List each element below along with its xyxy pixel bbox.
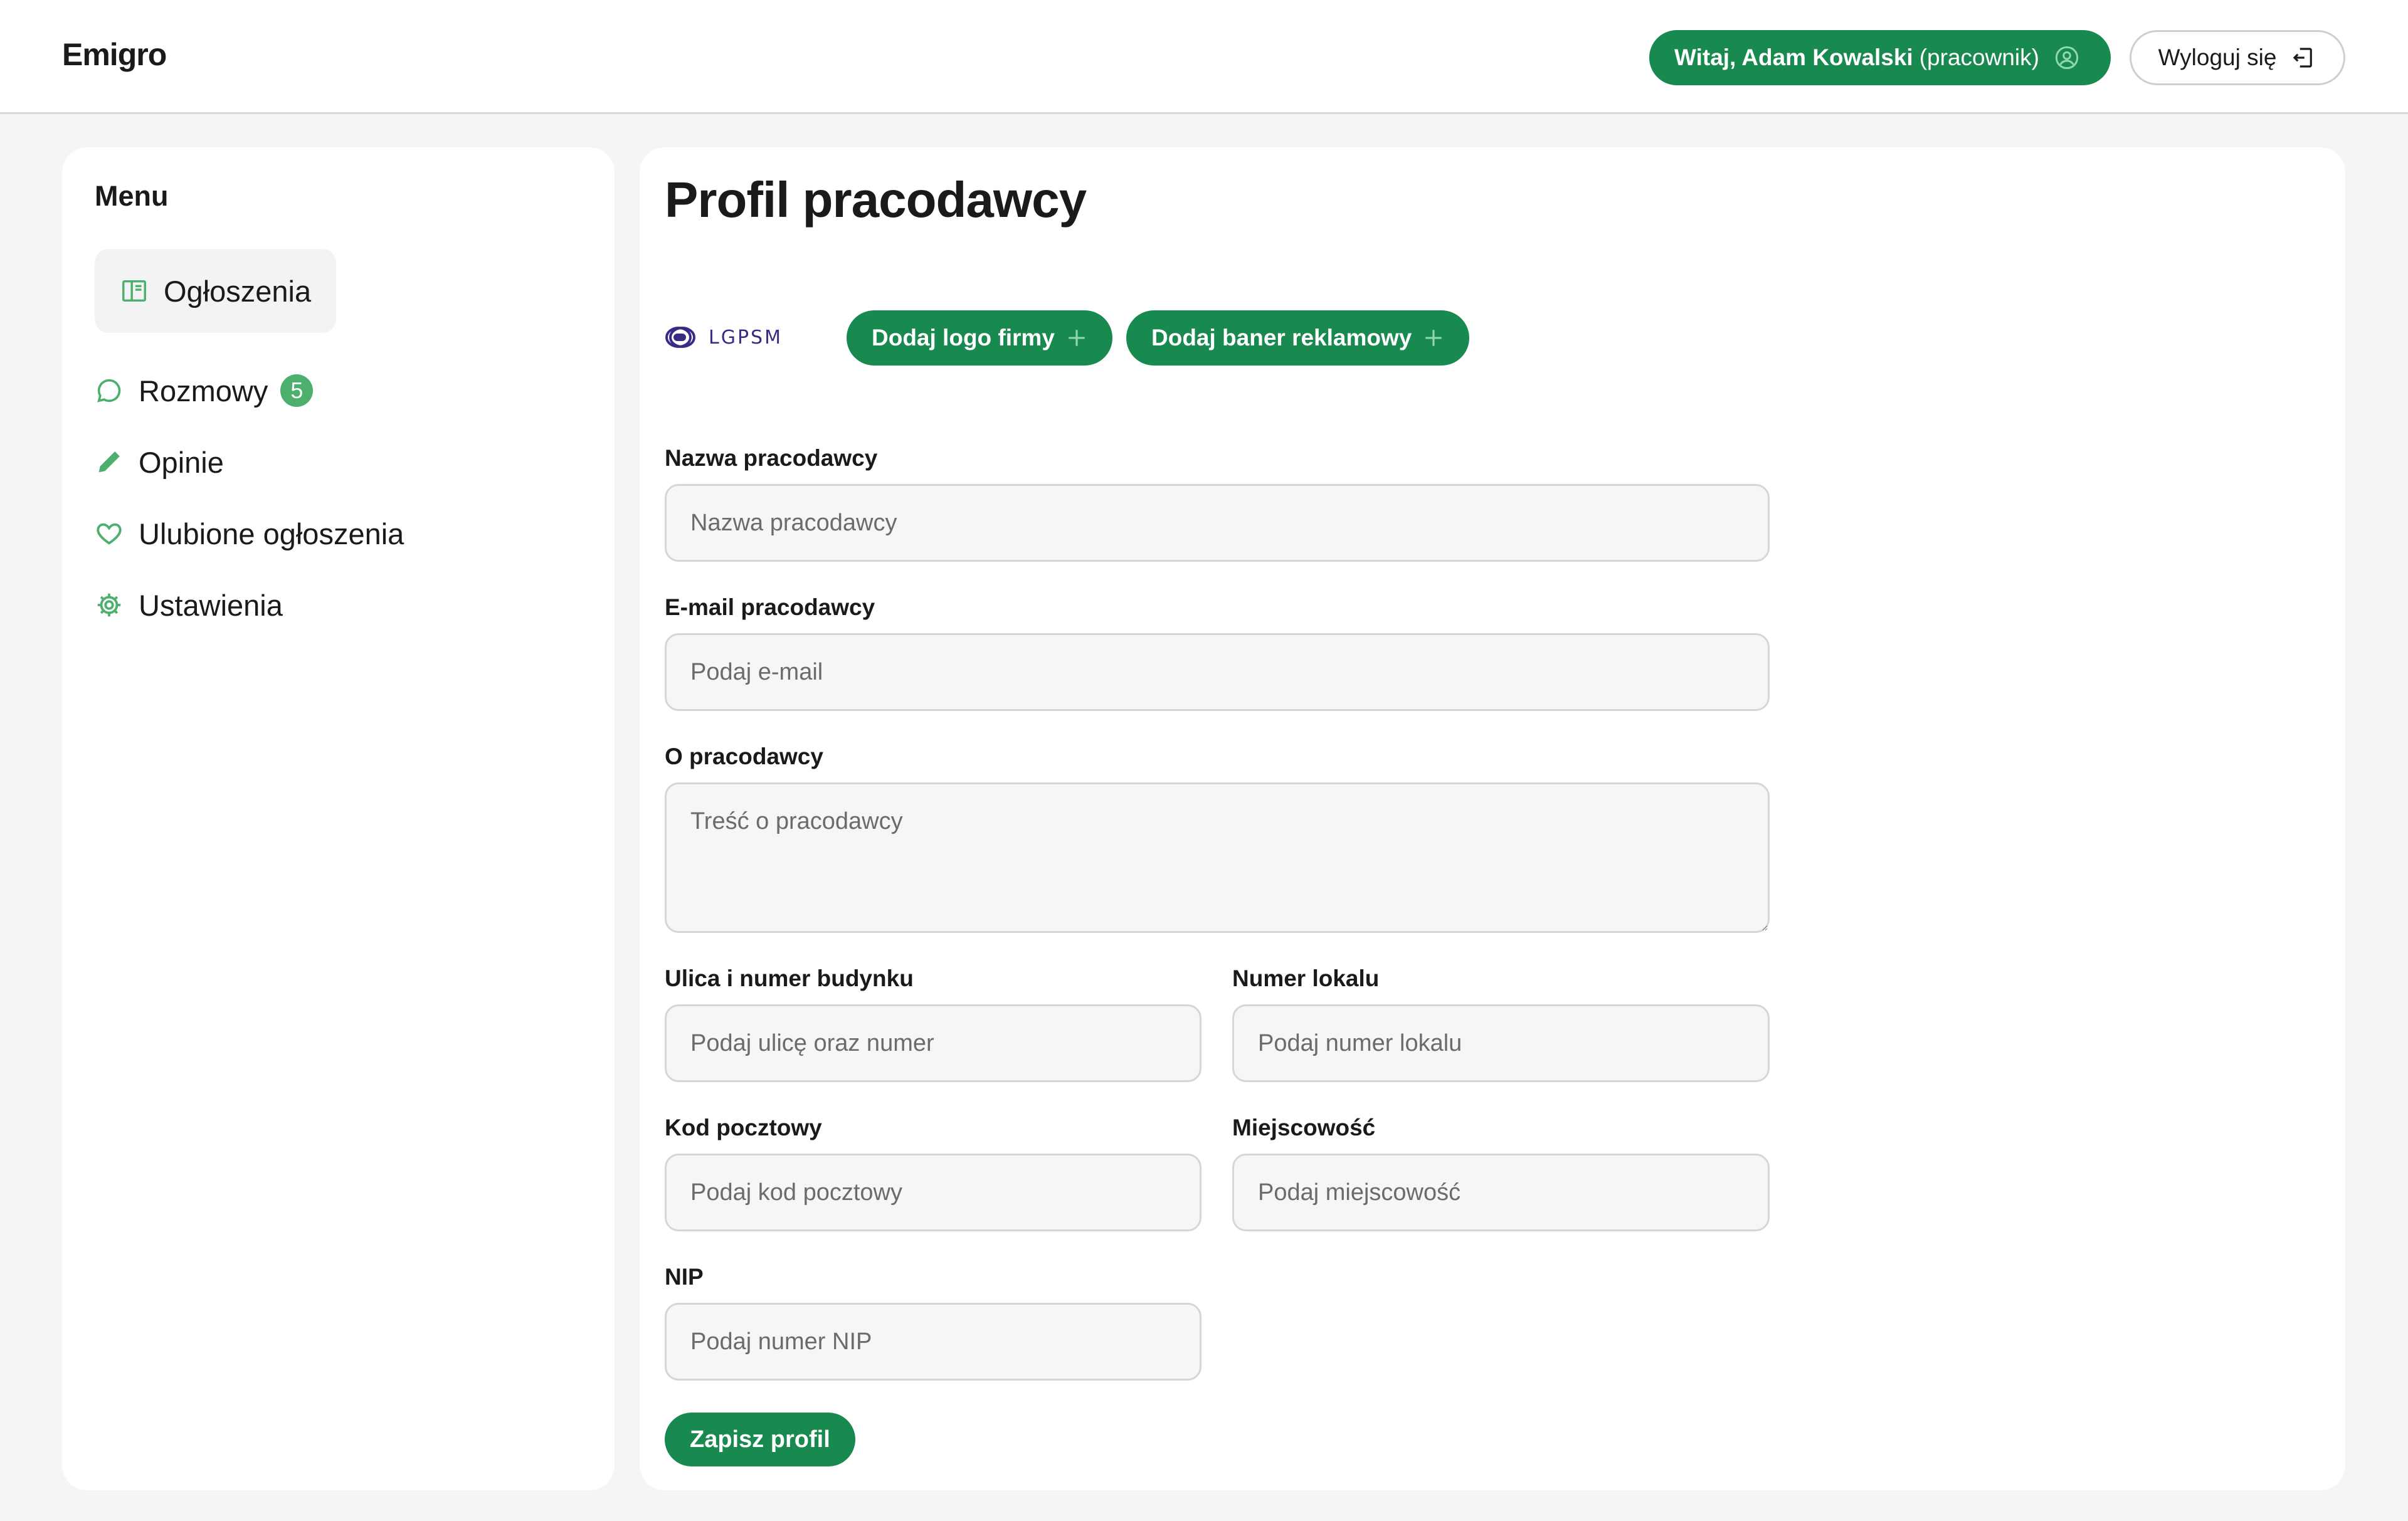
sidebar-item-ustawienia[interactable]: Ustawienia: [95, 586, 283, 624]
main-panel: Profil pracodawcy LGPSM Dodaj logo firmy…: [640, 147, 2345, 1490]
postal-code-input[interactable]: [665, 1154, 1201, 1231]
greeting-role: (pracownik): [1919, 45, 2039, 70]
heart-icon: [97, 523, 122, 545]
employer-email-label: E-mail pracodawcy: [665, 594, 875, 620]
sidebar-item-label: Ulubione ogłoszenia: [139, 517, 404, 550]
company-logo-text: LGPSM: [709, 327, 783, 349]
add-banner-label: Dodaj baner reklamowy: [1151, 325, 1412, 350]
sidebar-item-label: Opinie: [139, 445, 224, 479]
nip-input[interactable]: [665, 1303, 1201, 1381]
user-circle-icon: [2055, 46, 2079, 70]
unread-count-badge: 5: [280, 374, 314, 407]
about-employer-label: O pracodawcy: [665, 744, 823, 769]
sidebar-item-label: Rozmowy: [139, 374, 268, 408]
sidebar-item-rozmowy[interactable]: Rozmowy 5: [95, 372, 314, 409]
about-employer-textarea[interactable]: [665, 782, 1770, 933]
pencil-icon: [98, 451, 120, 473]
unit-number-label: Numer lokalu: [1232, 966, 1380, 991]
layout-icon: [122, 280, 146, 302]
logout-button[interactable]: Wyloguj się: [2130, 30, 2345, 85]
add-logo-label: Dodaj logo firmy: [872, 325, 1055, 350]
add-banner-button[interactable]: Dodaj baner reklamowy: [1126, 310, 1470, 366]
street-input[interactable]: [665, 1004, 1201, 1082]
sidebar-item-label: Ustawienia: [139, 588, 283, 622]
sidebar-item-label: Ogłoszenia: [164, 274, 312, 308]
city-label: Miejscowość: [1232, 1115, 1376, 1140]
chat-bubble-icon: [97, 379, 121, 403]
sidebar-title: Menu: [95, 180, 169, 212]
save-profile-button[interactable]: Zapisz profil: [665, 1413, 855, 1466]
logout-icon: [2293, 48, 2313, 68]
sidebar-item-opinie[interactable]: Opinie: [95, 443, 224, 481]
company-logo: LGPSM: [665, 327, 783, 349]
brand-logo[interactable]: Emigro: [62, 36, 167, 73]
user-greeting-button[interactable]: Witaj, Adam Kowalski (pracownik): [1649, 30, 2111, 85]
sidebar-item-ogloszenia[interactable]: Ogłoszenia: [95, 249, 337, 333]
page-title: Profil pracodawcy: [665, 172, 1087, 228]
employer-name-input[interactable]: [665, 484, 1770, 562]
city-input[interactable]: [1232, 1154, 1770, 1231]
gear-icon: [97, 593, 121, 617]
greeting-name: Witaj, Adam Kowalski: [1674, 45, 1913, 70]
logout-label: Wyloguj się: [2158, 45, 2277, 70]
employer-email-input[interactable]: [665, 633, 1770, 711]
postal-code-label: Kod pocztowy: [665, 1115, 822, 1140]
plus-icon: [1069, 330, 1085, 346]
add-logo-button[interactable]: Dodaj logo firmy: [847, 310, 1112, 366]
employer-name-label: Nazwa pracodawcy: [665, 445, 878, 471]
unit-number-input[interactable]: [1232, 1004, 1770, 1082]
top-header: Emigro Witaj, Adam Kowalski (pracownik) …: [0, 0, 2408, 114]
plus-icon: [1425, 330, 1442, 346]
sidebar-item-ulubione[interactable]: Ulubione ogłoszenia: [95, 515, 404, 552]
nip-label: NIP: [665, 1264, 704, 1290]
street-label: Ulica i numer budynku: [665, 966, 914, 991]
sidebar: Menu Ogłoszenia Rozmowy 5 Opinie Ulubion…: [62, 147, 615, 1490]
